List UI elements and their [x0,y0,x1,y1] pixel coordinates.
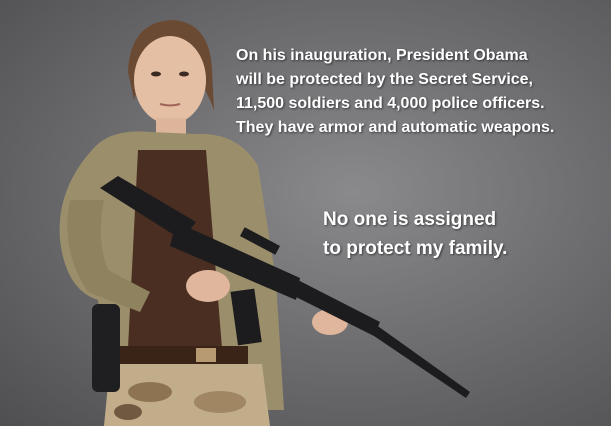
caption-family: No one is assigned to protect my family. [323,205,543,263]
right-eye [179,71,189,77]
left-hand [186,270,230,302]
caption-secret-service: On his inauguration, President Obama wil… [236,44,566,140]
caption-bottom-line-2: to protect my family. [323,238,508,259]
caption-top-line-1: On his inauguration, President Obama [236,47,528,64]
left-eye [151,71,161,77]
belt-buckle [196,348,216,362]
caption-bottom-line-1: No one is assigned [323,209,497,230]
caption-top-line-4: They have armor and automatic weapons. [236,119,555,136]
caption-top-line-3: 11,500 soldiers and 4,000 police officer… [236,95,545,112]
holster [92,304,120,392]
belt [118,346,248,364]
face [134,36,206,124]
caption-top-line-2: will be protected by the Secret Service, [236,71,533,88]
